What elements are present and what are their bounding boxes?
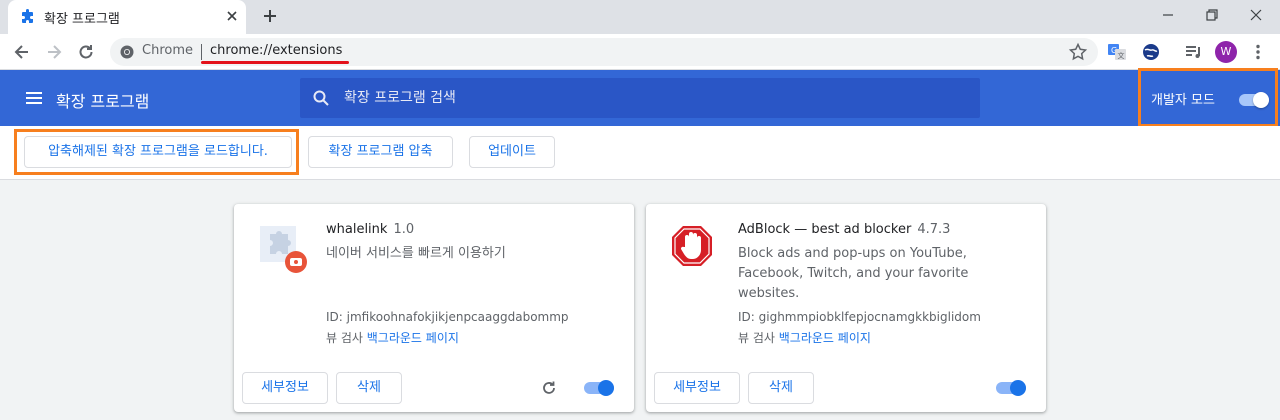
background-page-link[interactable]: 백그라운드 페이지: [779, 331, 871, 345]
svg-text:文: 文: [1118, 51, 1125, 60]
details-button[interactable]: 세부정보: [242, 372, 328, 404]
extension-version: 4.7.3: [917, 222, 951, 237]
inspect-views-label: 뷰 검사: [738, 331, 775, 345]
extension-title: whalelink: [326, 222, 388, 237]
url-annotation-underline: [201, 61, 349, 64]
remove-button[interactable]: 삭제: [336, 372, 402, 404]
extensions-header: 확장 프로그램: [0, 70, 1280, 126]
remove-button[interactable]: 삭제: [748, 372, 814, 404]
extension-id: ID: gighmmpiobklfepjocnamgkkbiglidom: [738, 310, 981, 324]
address-bar[interactable]: Chrome chrome://extensions: [110, 38, 1098, 66]
toggle-thumb: [1010, 380, 1026, 396]
extension-description: Block ads and pop-ups on YouTube, Facebo…: [738, 246, 969, 301]
more-menu-icon[interactable]: [1248, 42, 1268, 62]
extension-title: AdBlock — best ad blocker: [738, 222, 912, 237]
extension-name: whalelink 1.0: [326, 222, 414, 237]
reload-icon[interactable]: [76, 42, 96, 62]
url-text[interactable]: chrome://extensions: [210, 43, 342, 58]
forward-arrow-icon[interactable]: [44, 42, 64, 62]
profile-avatar[interactable]: W: [1215, 41, 1237, 63]
extension-card: whalelink 1.0 네이버 서비스를 빠르게 이용하기 ID: jmfik…: [234, 204, 634, 412]
toggle-thumb: [1253, 92, 1269, 108]
pack-extension-button[interactable]: 확장 프로그램 압축: [308, 136, 453, 168]
developer-mode-highlight: 개발자 모드: [1138, 68, 1278, 127]
tab-strip: 확장 프로그램: [0, 0, 1280, 34]
tab-title: 확장 프로그램: [44, 12, 120, 27]
restore-icon[interactable]: [1202, 6, 1222, 24]
whalelink-icon: [258, 224, 310, 276]
load-unpacked-button[interactable]: 압축해제된 확장 프로그램을 로드합니다.: [24, 136, 292, 168]
site-label: Chrome: [142, 43, 193, 58]
search-icon: [313, 90, 329, 106]
extension-description: 네이버 서비스를 빠르게 이용하기: [326, 246, 506, 261]
page-title: 확장 프로그램: [56, 92, 150, 111]
developer-mode-label: 개발자 모드: [1151, 93, 1215, 108]
extension-name: AdBlock — best ad blocker 4.7.3: [738, 222, 950, 237]
omnibox-separator: [201, 44, 202, 60]
background-page-link[interactable]: 백그라운드 페이지: [367, 331, 459, 345]
media-queue-icon[interactable]: [1184, 42, 1204, 62]
puzzle-icon: [22, 9, 33, 23]
browser-tab[interactable]: 확장 프로그램: [8, 0, 246, 34]
chrome-logo-icon: [120, 45, 134, 59]
bookmark-star-icon[interactable]: [1068, 42, 1088, 62]
toggle-thumb: [598, 380, 614, 396]
browser-toolbar: Chrome chrome://extensions G文 W: [0, 34, 1280, 70]
stop-hand-icon: [670, 224, 722, 276]
globe-extension-icon[interactable]: [1141, 42, 1161, 62]
inspect-views: 뷰 검사 백그라운드 페이지: [326, 329, 459, 346]
translate-icon[interactable]: G文: [1107, 42, 1127, 62]
window-close-icon[interactable]: [1246, 6, 1266, 24]
details-button[interactable]: 세부정보: [654, 372, 740, 404]
hamburger-menu-icon[interactable]: [24, 88, 44, 108]
back-arrow-icon[interactable]: [12, 42, 32, 62]
minimize-icon[interactable]: [1158, 6, 1178, 24]
update-button[interactable]: 업데이트: [469, 136, 555, 168]
close-icon[interactable]: [224, 8, 240, 24]
extension-card: AdBlock — best ad blocker 4.7.3 Block ads…: [646, 204, 1046, 412]
new-tab-icon[interactable]: [260, 6, 280, 26]
reload-extension-icon[interactable]: [540, 379, 558, 397]
inspect-views: 뷰 검사 백그라운드 페이지: [738, 329, 871, 346]
search-box[interactable]: [300, 78, 980, 118]
extension-id: ID: jmfikoohnafokjikjenpcaaggdabommp: [326, 310, 569, 324]
search-input[interactable]: [344, 78, 964, 118]
inspect-views-label: 뷰 검사: [326, 331, 363, 345]
extension-version: 1.0: [393, 222, 415, 237]
